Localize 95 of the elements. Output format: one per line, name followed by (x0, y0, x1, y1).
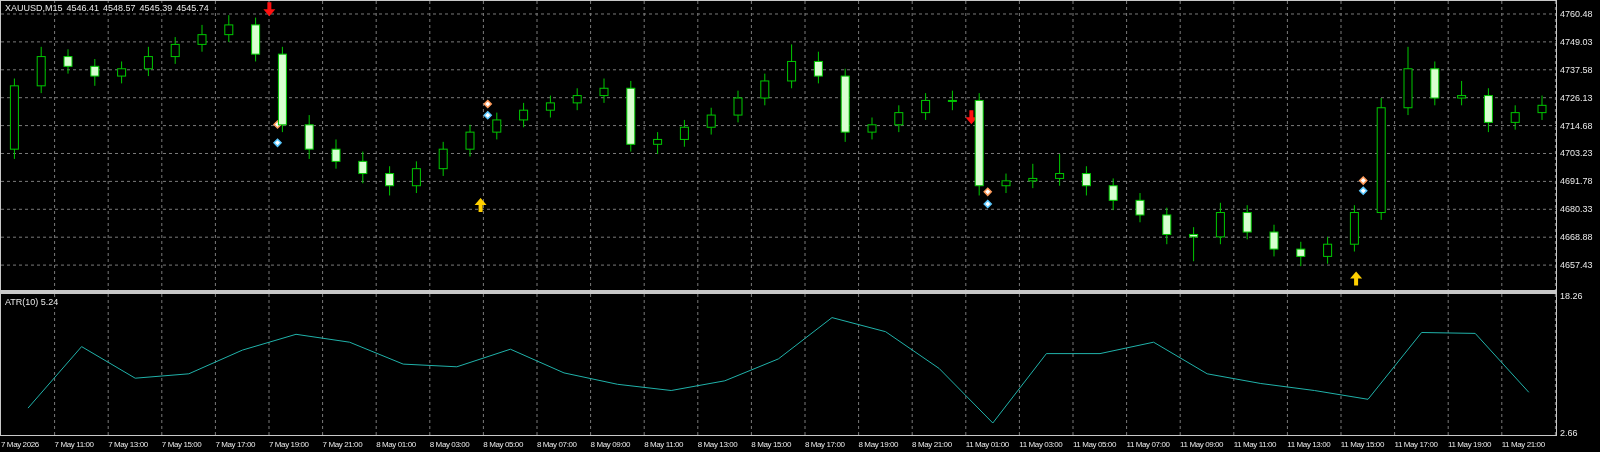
candlestick (706, 107, 716, 136)
candlestick (224, 14, 234, 43)
candlestick (519, 102, 529, 128)
price-label: 4714.68 (1560, 120, 1593, 131)
price-label: 4668.88 (1560, 232, 1593, 243)
candlestick (358, 151, 368, 184)
time-label: 8 May 03:00 (428, 439, 471, 449)
time-label: 8 May 05:00 (482, 439, 524, 449)
candlestick (894, 104, 904, 133)
time-label: 8 May 11:00 (643, 439, 685, 449)
candlestick (1001, 173, 1011, 194)
price-label: 4760.48 (1560, 9, 1593, 19)
candlestick (733, 90, 743, 123)
candlestick (465, 124, 475, 157)
time-label: 8 May 21:00 (911, 439, 953, 449)
candlestick (1510, 104, 1520, 131)
price-label: 4680.33 (1560, 204, 1593, 215)
price-value: 4548.57 (103, 3, 136, 13)
price-value: 4546.41 (66, 3, 100, 13)
candlestick (1162, 207, 1172, 245)
time-label: 11 May 05:00 (1071, 439, 1117, 449)
time-label: 11 May 03:00 (1018, 439, 1064, 449)
candlestick (1055, 153, 1065, 187)
down-arrow-icon (263, 2, 276, 17)
price-label: 4749.03 (1560, 36, 1593, 47)
candlestick (1135, 192, 1145, 223)
candlestick (679, 119, 689, 148)
candlestick (813, 51, 823, 84)
time-label: 7 May 2026 (0, 439, 40, 449)
price-label: 4657.43 (1560, 260, 1593, 271)
time-label: 11 May 17:00 (1393, 439, 1439, 449)
time-label: 11 May 15:00 (1339, 439, 1385, 449)
candlestick (1081, 165, 1091, 196)
time-label: 8 May 13:00 (696, 439, 739, 449)
candlestick (1537, 95, 1547, 121)
candlestick (572, 87, 582, 111)
candlestick (1242, 204, 1252, 240)
candlestick (921, 92, 931, 121)
candlestick (90, 58, 100, 87)
candlestick (787, 43, 797, 89)
candlestick (331, 138, 341, 170)
candlestick (1189, 226, 1199, 262)
price-label: 4703.23 (1560, 148, 1593, 159)
up-arrow-icon (474, 198, 487, 213)
candlestick (1108, 177, 1118, 211)
indicator-label: ATR(10) 5.24 (5, 297, 59, 307)
time-label: 7 May 15:00 (160, 439, 203, 449)
candlestick (143, 46, 153, 77)
candlestick (197, 24, 207, 53)
time-label: 11 May 09:00 (1179, 439, 1225, 449)
candlestick (947, 90, 957, 111)
time-label: 8 May 15:00 (750, 439, 792, 449)
candlestick (411, 160, 421, 194)
time-label: 11 May 13:00 (1286, 439, 1332, 449)
time-label: 7 May 19:00 (267, 439, 310, 449)
candlestick (170, 36, 180, 65)
candlestick (1457, 80, 1467, 106)
price-label: 4691.78 (1560, 176, 1593, 187)
time-label: 11 May 11:00 (1232, 439, 1278, 449)
time-label: 8 May 19:00 (857, 439, 900, 449)
time-label: 7 May 11:00 (53, 439, 95, 449)
time-label: 8 May 01:00 (375, 439, 417, 449)
time-label: 8 May 17:00 (803, 439, 846, 449)
candlestick (867, 117, 877, 140)
time-label: 7 May 17:00 (214, 439, 256, 449)
price-label: 4737.58 (1560, 64, 1593, 75)
time-label: 11 May 01:00 (964, 439, 1010, 449)
candlestick (438, 141, 448, 177)
time-label: 7 May 21:00 (321, 439, 364, 449)
time-label: 11 May 07:00 (1125, 439, 1171, 449)
price-label: 4726.13 (1560, 92, 1593, 103)
time-label: 11 May 21:00 (1500, 439, 1546, 449)
candlestick (385, 165, 395, 196)
up-arrow-icon (1350, 271, 1363, 286)
candlestick (653, 131, 663, 155)
candlestick (1296, 241, 1306, 267)
down-arrow-icon (965, 110, 978, 125)
time-label: 11 May 19:00 (1447, 439, 1493, 449)
time-label: 8 May 07:00 (535, 439, 578, 449)
time-label: 8 May 09:00 (589, 439, 632, 449)
time-label: 7 May 13:00 (107, 439, 149, 449)
candlestick (117, 60, 127, 84)
candlestick (599, 78, 609, 104)
price-value: 4545.39 (139, 3, 173, 13)
candlestick (63, 48, 73, 75)
candlestick (1323, 236, 1333, 265)
price-value: 4545.74 (176, 3, 209, 13)
candlestick (545, 95, 555, 118)
indicator-axis-label: 18.26 (1560, 291, 1583, 301)
symbol-label: XAUUSD,M15 (5, 3, 63, 13)
candlestick (1028, 163, 1038, 189)
diamond-icon (272, 138, 283, 148)
candlestick (760, 73, 770, 106)
indicator-axis-label: 2.66 (1560, 428, 1578, 438)
candlestick (1269, 224, 1279, 257)
